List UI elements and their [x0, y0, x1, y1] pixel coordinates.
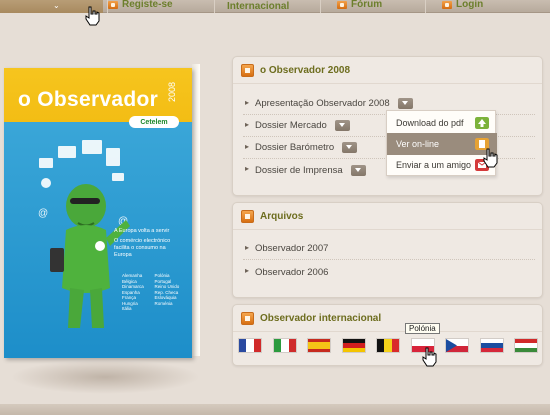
- list-item-label: Observador 2007: [255, 243, 329, 254]
- flag-france-icon[interactable]: [239, 339, 261, 352]
- magazine-country-list: Alemanha Bélgica Dinamarca Espanha França Hun…: [122, 273, 182, 312]
- nav-item-register[interactable]: Registe-se: [107, 0, 173, 13]
- cetelem-logo: Cetelem: [129, 116, 179, 128]
- options-dropdown: Download do pdf Ver on-line Enviar a um …: [386, 110, 497, 176]
- list-item-label: Observador 2006: [255, 266, 329, 278]
- upload-arrow-icon: [475, 117, 489, 129]
- expand-dropdown-button[interactable]: [350, 164, 366, 176]
- panel-arquivos: Arquivos Observador 2007 Observador 2006: [232, 202, 543, 298]
- folder-icon: [241, 209, 254, 223]
- panel-header: Observador internacional: [233, 305, 542, 332]
- list-item-label: Dossier Barómetro: [255, 142, 335, 153]
- expand-dropdown-button[interactable]: [334, 120, 350, 131]
- list-item-observador-2007[interactable]: Observador 2007: [243, 238, 535, 260]
- menu-item-ver-online[interactable]: Ver on-line: [387, 133, 497, 155]
- flag-tooltip: Polónia: [405, 323, 440, 334]
- panel-header: Arquivos: [233, 203, 542, 230]
- nav-item-login[interactable]: Login: [425, 0, 550, 13]
- magazine-title: o Observador: [18, 88, 159, 111]
- list-item-label: Apresentação Observador 2008: [255, 98, 390, 109]
- hand-cursor-icon: [85, 6, 100, 26]
- magazine-cover-text: A Europa volta a servir O comércio elect…: [114, 228, 184, 259]
- nav-label-login: Login: [456, 0, 484, 10]
- magazine-spine: [192, 64, 200, 356]
- nav-label-forum: Fórum: [351, 0, 383, 10]
- magazine-year: 2008: [167, 82, 177, 103]
- nav-item-forum[interactable]: Fórum: [320, 0, 382, 13]
- nav-label-register: Registe-se: [122, 0, 173, 10]
- flag-slovakia-icon[interactable]: [481, 339, 503, 352]
- chevron-down-icon: ⌄: [53, 1, 60, 10]
- flag-belgium-icon[interactable]: [377, 339, 399, 352]
- globe-icon: [241, 311, 254, 325]
- flag-spain-icon[interactable]: [308, 339, 330, 352]
- forum-icon: [337, 1, 347, 9]
- panel-header: o Observador 2008: [233, 57, 542, 84]
- top-navigation: ⌄ Registe-se Internacional Fórum Login: [0, 0, 550, 13]
- magazine-cover[interactable]: o Observador 2008 Cetelem @ @ A Europa v…: [0, 60, 210, 410]
- panel-title-2008: o Observador 2008: [260, 64, 351, 76]
- flag-italy-icon[interactable]: [274, 339, 296, 352]
- magazine-subhead: O comércio electrónico facilita o consum…: [114, 238, 171, 258]
- menu-item-label: Enviar a um amigo: [396, 160, 472, 170]
- panel-observador-internacional: Observador internacional: [232, 304, 543, 366]
- list-item-label: Dossier de Imprensa: [255, 164, 343, 176]
- magazine-country: Reino Unido: [154, 284, 180, 289]
- bottom-bar: [0, 404, 550, 415]
- magazine-face: o Observador 2008 Cetelem @ @ A Europa v…: [4, 68, 192, 358]
- flag-germany-icon[interactable]: [343, 339, 365, 352]
- menu-item-label: Ver on-line: [396, 139, 440, 149]
- menu-item-download-pdf[interactable]: Download do pdf: [387, 112, 497, 134]
- magazine-country: Roménia: [154, 300, 173, 306]
- menu-item-label: Download do pdf: [396, 118, 464, 128]
- rss-icon: [241, 63, 254, 77]
- svg-text:@: @: [38, 208, 48, 219]
- country-flags: [239, 339, 539, 353]
- flag-hungary-icon[interactable]: [515, 339, 537, 352]
- login-icon: [442, 1, 452, 9]
- panel-title-internacional: Observador internacional: [260, 312, 382, 324]
- expand-dropdown-button[interactable]: [397, 98, 413, 109]
- nav-item-internacional[interactable]: Internacional: [214, 0, 289, 13]
- list-item-observador-2006[interactable]: Observador 2006: [243, 261, 535, 283]
- list-item-label: Dossier Mercado: [255, 120, 327, 131]
- magazine-country: Itália: [122, 306, 132, 311]
- magazine-shadow: [10, 360, 200, 394]
- magazine-headline: A Europa volta a servir: [114, 228, 170, 234]
- panel-title-arquivos: Arquivos: [260, 210, 304, 222]
- expand-dropdown-button[interactable]: [342, 142, 358, 153]
- hand-cursor-icon: [483, 148, 498, 168]
- nav-label-internacional: Internacional: [227, 1, 290, 12]
- register-icon: [108, 1, 118, 9]
- menu-item-enviar-amigo[interactable]: Enviar a um amigo: [387, 154, 497, 176]
- hand-cursor-icon: [422, 347, 437, 367]
- czech-triangle-icon: [446, 339, 457, 352]
